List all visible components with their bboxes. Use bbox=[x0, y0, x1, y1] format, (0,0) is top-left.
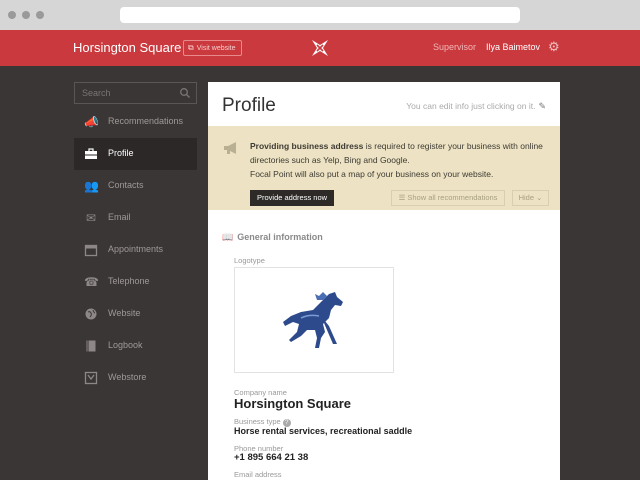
megaphone-icon bbox=[224, 142, 236, 154]
sidebar-search-input[interactable]: Search bbox=[74, 82, 197, 104]
user-role: Supervisor bbox=[433, 42, 477, 52]
people-icon: 👥 bbox=[84, 179, 99, 193]
logotype-upload[interactable] bbox=[234, 267, 394, 373]
visit-website-button[interactable]: ⧉ Visit website bbox=[183, 40, 242, 56]
section-title: General information bbox=[237, 232, 323, 242]
address-bar[interactable] bbox=[120, 7, 520, 23]
external-link-icon: ⧉ bbox=[188, 43, 194, 52]
megaphone-icon: 📣 bbox=[84, 115, 99, 129]
phone-number-value[interactable]: +1 895 664 21 38 bbox=[234, 452, 308, 463]
book-open-icon: 📖 bbox=[222, 232, 234, 242]
sidebar-item-label: Logbook bbox=[108, 340, 143, 350]
browser-chrome bbox=[0, 0, 640, 30]
window-dot-minimize[interactable] bbox=[22, 11, 30, 19]
window-dot-close[interactable] bbox=[8, 11, 16, 19]
sidebar-item-webstore[interactable]: Webstore bbox=[74, 362, 197, 394]
banner-secondary-text: Focal Point will also put a map of your … bbox=[250, 169, 494, 179]
phone-icon: ☎ bbox=[84, 275, 99, 289]
search-placeholder: Search bbox=[82, 88, 111, 98]
window-dot-maximize[interactable] bbox=[36, 11, 44, 19]
sidebar-item-label: Email bbox=[108, 212, 131, 222]
sidebar-item-label: Contacts bbox=[108, 180, 144, 190]
envelope-icon: ✉ bbox=[85, 211, 97, 225]
sidebar-item-label: Website bbox=[108, 308, 141, 318]
store-icon bbox=[84, 371, 98, 385]
banner-message: Providing business address is required t… bbox=[250, 139, 550, 167]
visit-website-label: Visit website bbox=[196, 45, 236, 52]
edit-hint-text: You can edit info just clicking on it. bbox=[406, 101, 536, 111]
sidebar-item-label: Telephone bbox=[108, 276, 150, 286]
globe-icon bbox=[84, 307, 98, 321]
banner-bold-text: Providing business address bbox=[250, 141, 364, 151]
hide-label: Hide bbox=[518, 193, 535, 202]
chevron-down-icon: ⌄ bbox=[534, 193, 543, 202]
sidebar-item-contacts[interactable]: 👥 Contacts bbox=[74, 170, 197, 202]
sidebar-item-appointments[interactable]: Appointments bbox=[74, 234, 197, 266]
sidebar-item-label: Webstore bbox=[108, 372, 147, 382]
email-address-label: Email address bbox=[234, 470, 282, 479]
page-title: Profile bbox=[222, 95, 276, 116]
user-name[interactable]: Ilya Baimetov bbox=[486, 42, 540, 52]
sidebar-item-website[interactable]: Website bbox=[74, 298, 197, 330]
show-all-recommendations-button[interactable]: ☰ Show all recommendations bbox=[391, 190, 505, 206]
hide-dropdown[interactable]: Hide ⌄ bbox=[512, 190, 549, 206]
business-name: Horsington Square bbox=[73, 40, 182, 55]
sidebar-item-label: Appointments bbox=[108, 244, 164, 254]
sidebar-item-label: Profile bbox=[108, 148, 134, 158]
calendar-icon bbox=[84, 243, 98, 257]
briefcase-icon bbox=[84, 147, 98, 161]
company-name-value[interactable]: Horsington Square bbox=[234, 396, 351, 411]
general-information-heading: 📖 General information bbox=[222, 232, 323, 243]
horse-logo-icon bbox=[283, 292, 343, 348]
app-header: Horsington Square ⧉ Visit website Supervi… bbox=[0, 30, 640, 66]
edit-hint: You can edit info just clicking on it. ✎ bbox=[406, 101, 546, 112]
show-all-label: Show all recommendations bbox=[407, 193, 498, 202]
business-type-label-text: Business type bbox=[234, 417, 281, 426]
sidebar-item-telephone[interactable]: ☎ Telephone bbox=[74, 266, 197, 298]
recommendation-banner: Providing business address is required t… bbox=[208, 126, 560, 210]
sidebar-nav: 📣 Recommendations Profile 👥 Contacts ✉ E… bbox=[74, 106, 197, 394]
book-icon bbox=[84, 339, 98, 353]
sidebar-item-recommendations[interactable]: 📣 Recommendations bbox=[74, 106, 197, 138]
sidebar-item-logbook[interactable]: Logbook bbox=[74, 330, 197, 362]
search-icon[interactable] bbox=[179, 87, 191, 99]
sidebar-item-profile[interactable]: Profile bbox=[74, 138, 197, 170]
sidebar-item-email[interactable]: ✉ Email bbox=[74, 202, 197, 234]
focal-point-logo-icon[interactable] bbox=[310, 38, 330, 58]
pencil-icon: ✎ bbox=[538, 101, 546, 111]
settings-gear-icon[interactable]: ⚙ bbox=[548, 39, 560, 55]
business-type-value[interactable]: Horse rental services, recreational sadd… bbox=[234, 426, 412, 436]
logotype-label: Logotype bbox=[234, 256, 265, 265]
profile-panel: Profile You can edit info just clicking … bbox=[208, 82, 560, 480]
provide-address-button[interactable]: Provide address now bbox=[250, 190, 335, 206]
sidebar-item-label: Recommendations bbox=[108, 116, 184, 126]
